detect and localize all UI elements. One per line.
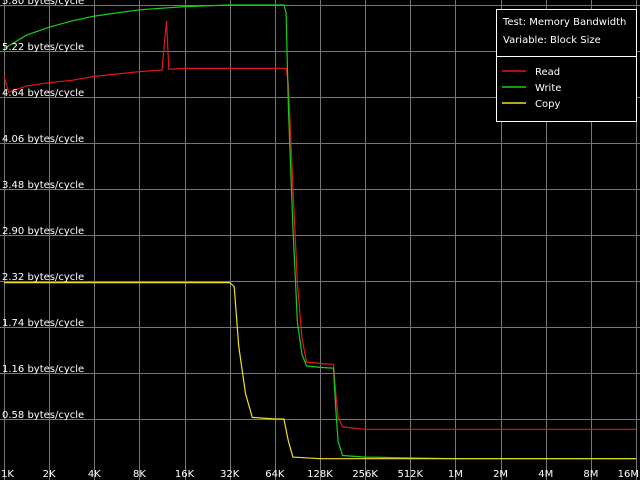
x-tick-label: 4M [538,469,553,480]
y-tick-label: 0.58 bytes/cycle [2,410,84,421]
x-tick-label: 1K [1,469,14,480]
legend-label-write: Write [535,83,561,94]
x-tick-label: 16M [618,469,639,480]
x-tick-label: 2M [493,469,508,480]
y-tick-label: 4.06 bytes/cycle [2,134,84,145]
x-tick-label: 512K [397,469,423,480]
x-tick-label: 4K [88,469,101,480]
x-tick-label: 8K [133,469,146,480]
legend-label-read: Read [535,67,560,78]
x-tick-label: 16K [175,469,195,480]
x-tick-label: 32K [220,469,240,480]
legend-test-label: Test: Memory Bandwidth [502,17,626,28]
x-tick-label: 2K [43,469,56,480]
x-tick-label: 8M [583,469,598,480]
bandwidth-chart: 5.80 bytes/cycle 5.22 bytes/cycle 4.64 byt… [0,0,640,480]
y-tick-label: 2.90 bytes/cycle [2,226,84,237]
y-tick-label: 2.32 bytes/cycle [2,272,84,283]
legend-label-copy: Copy [535,99,560,110]
x-tick-label: 256K [352,469,378,480]
y-tick-label: 1.16 bytes/cycle [2,364,84,375]
y-tick-label: 3.48 bytes/cycle [2,180,84,191]
x-tick-label: 64K [265,469,285,480]
x-axis-labels: 1K 2K 4K 8K 16K 32K 64K 128K 256K 512K 1M 2M 4M 8M 16M [1,469,639,480]
y-tick-label: 5.80 bytes/cycle [2,0,84,7]
legend-variable-label: Variable: Block Size [503,35,601,46]
y-tick-label: 5.22 bytes/cycle [2,42,84,53]
x-tick-label: 1M [448,469,463,480]
y-tick-label: 1.74 bytes/cycle [2,318,84,329]
y-tick-label: 4.64 bytes/cycle [2,88,84,99]
legend: Test: Memory Bandwidth Variable: Block S… [496,9,637,122]
x-tick-label: 128K [307,469,333,480]
